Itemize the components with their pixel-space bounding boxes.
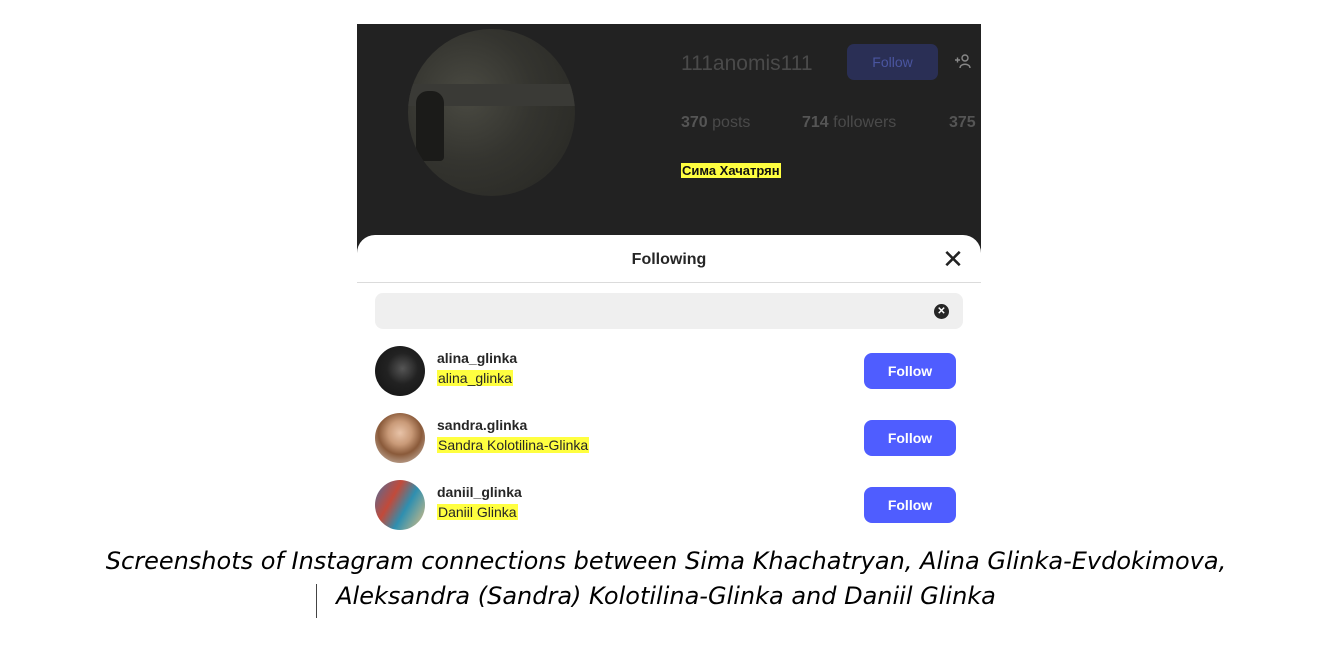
profile-display-name: Сима Хачатрян (681, 163, 781, 178)
user-full-name: alina_glinka (437, 370, 513, 386)
avatar[interactable] (375, 413, 425, 463)
user-handle[interactable]: alina_glinka (437, 350, 517, 366)
profile-username: 111anomis111 (681, 52, 813, 75)
follow-button[interactable]: Follow (864, 353, 956, 389)
profile-avatar[interactable] (408, 29, 575, 196)
modal-title: Following (631, 251, 707, 268)
text-cursor (316, 584, 317, 618)
followers-label: followers (833, 114, 897, 131)
figure-caption: Screenshots of Instagram connections bet… (0, 544, 1332, 614)
list-item[interactable]: alina_glinka alina_glinka Follow (375, 346, 963, 396)
add-user-icon[interactable] (954, 52, 974, 72)
following-stat[interactable]: 375 (949, 114, 976, 132)
posts-label: posts (712, 114, 751, 131)
clear-icon[interactable]: ✕ (934, 304, 949, 319)
profile-follow-button[interactable]: Follow (847, 44, 938, 80)
divider (357, 282, 981, 283)
caption-line-2: Aleksandra (Sandra) Kolotilina-Glinka an… (336, 582, 996, 610)
follow-button[interactable]: Follow (864, 420, 956, 456)
user-full-name: Sandra Kolotilina-Glinka (437, 437, 590, 453)
follow-button[interactable]: Follow (864, 487, 956, 523)
followers-count: 714 (802, 114, 829, 131)
user-handle[interactable]: daniil_glinka (437, 484, 522, 500)
screenshot: 111anomis111 Follow 370 posts 714 follow… (357, 24, 981, 530)
posts-stat[interactable]: 370 posts (681, 114, 750, 132)
avatar[interactable] (375, 480, 425, 530)
close-icon[interactable]: ✕ (941, 246, 965, 272)
user-full-name: Daniil Glinka (437, 504, 518, 520)
avatar-figure (416, 91, 444, 161)
followers-stat[interactable]: 714 followers (802, 114, 896, 132)
search-input[interactable] (375, 293, 963, 329)
avatar[interactable] (375, 346, 425, 396)
following-count: 375 (949, 114, 976, 131)
posts-count: 370 (681, 114, 708, 131)
list-item[interactable]: daniil_glinka Daniil Glinka Follow (375, 480, 963, 530)
user-handle[interactable]: sandra.glinka (437, 417, 527, 433)
list-item[interactable]: sandra.glinka Sandra Kolotilina-Glinka F… (375, 413, 963, 463)
caption-line-1: Screenshots of Instagram connections bet… (105, 547, 1227, 575)
profile-header: 111anomis111 Follow 370 posts 714 follow… (357, 24, 981, 264)
following-modal: Following ✕ ✕ alina_glinka alina_glinka … (357, 235, 981, 530)
